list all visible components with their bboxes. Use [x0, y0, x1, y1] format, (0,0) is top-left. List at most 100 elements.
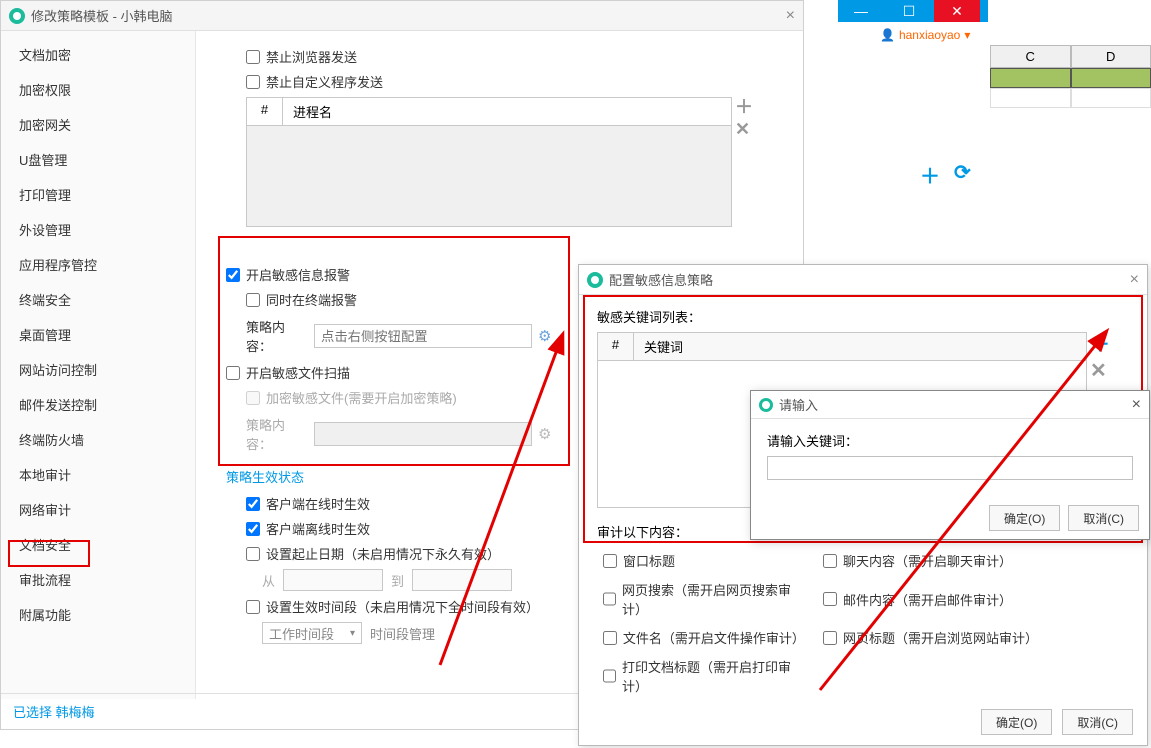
sidebar-item-doc-security[interactable]: 文档安全	[1, 527, 195, 562]
lbl-chat: 聊天内容（需开启聊天审计）	[843, 551, 1012, 570]
sidebar-item-mail[interactable]: 邮件发送控制	[1, 387, 195, 422]
gear-icon-disabled: ⚙	[538, 425, 551, 443]
add-row-icon[interactable]: ＋	[735, 98, 753, 116]
col-keyword[interactable]: 关键词	[634, 333, 964, 360]
prompt-title: 请输入	[779, 395, 1132, 414]
sidebar-item-local-audit[interactable]: 本地审计	[1, 457, 195, 492]
cb-window-title[interactable]	[603, 554, 617, 568]
selection-status: 已选择 韩梅梅	[13, 702, 95, 721]
sidebar-item-doc-encrypt[interactable]: 文档加密	[1, 37, 195, 72]
policy-content-input[interactable]	[314, 324, 532, 348]
sidebar-item-network-audit[interactable]: 网络审计	[1, 492, 195, 527]
lbl-terminal-alert: 同时在终端报警	[266, 290, 357, 309]
sidebar-item-encrypt-gateway[interactable]: 加密网关	[1, 107, 195, 142]
cb-browser-send[interactable]	[246, 50, 260, 64]
cell[interactable]	[1071, 88, 1151, 108]
lbl-online: 客户端在线时生效	[266, 494, 370, 513]
user-badge[interactable]: 👤 hanxiaoyao ▾	[880, 26, 990, 44]
cb-enable-scan[interactable]	[226, 366, 240, 380]
delete-row-icon[interactable]: ✕	[735, 120, 753, 138]
lbl-custom-send: 禁止自定义程序发送	[266, 72, 383, 91]
user-icon: 👤	[880, 28, 895, 42]
cb-offline[interactable]	[246, 522, 260, 536]
lbl-from: 从	[262, 571, 275, 590]
cell[interactable]	[990, 68, 1071, 88]
audit-checklist: 窗口标题 聊天内容（需开启聊天审计） 网页搜索（需开启网页搜索审计） 邮件内容（…	[597, 551, 1129, 695]
sidebar-item-peripheral[interactable]: 外设管理	[1, 212, 195, 247]
lbl-date-range: 设置起止日期（未启用情况下永久有效）	[266, 544, 500, 563]
spreadsheet-bg: CD	[990, 45, 1151, 108]
bg-max-button[interactable]: ☐	[886, 0, 932, 22]
sidebar-item-encrypt-auth[interactable]: 加密权限	[1, 72, 195, 107]
titlebar: 修改策略模板 - 小韩电脑 ×	[1, 1, 803, 31]
lbl-web-search: 网页搜索（需开启网页搜索审计）	[622, 580, 803, 618]
sidebar-item-desktop[interactable]: 桌面管理	[1, 317, 195, 352]
app-logo-icon	[759, 398, 773, 412]
sidebar-item-approval[interactable]: 审批流程	[1, 562, 195, 597]
sidebar-item-usb[interactable]: U盘管理	[1, 142, 195, 177]
sidebar-item-firewall[interactable]: 终端防火墙	[1, 422, 195, 457]
col-blank[interactable]	[964, 333, 1086, 360]
bg-toolbar: ＋ ⟳	[920, 160, 971, 189]
cb-web-title[interactable]	[823, 631, 837, 645]
col-hash[interactable]: #	[598, 333, 634, 360]
time-manage-link[interactable]: 时间段管理	[370, 624, 435, 643]
date-to-input	[412, 569, 512, 591]
sidebar-item-app-control[interactable]: 应用程序管控	[1, 247, 195, 282]
prompt-keyword-input[interactable]	[767, 456, 1133, 480]
col-header[interactable]: D	[1071, 45, 1151, 68]
keyword-list-label: 敏感关键词列表：	[597, 307, 1129, 326]
config-ok-button[interactable]: 确定(O)	[981, 709, 1052, 735]
cb-filename[interactable]	[603, 631, 617, 645]
delete-keyword-icon[interactable]: ✕	[1090, 361, 1110, 381]
user-name: hanxiaoyao	[899, 28, 960, 42]
close-icon[interactable]: ×	[786, 7, 795, 25]
cb-terminal-alert[interactable]	[246, 293, 260, 307]
lbl-to: 到	[391, 571, 404, 590]
lbl-web-title: 网页标题（需开启浏览网站审计）	[843, 628, 1038, 647]
sidebar-item-endpoint[interactable]: 终端安全	[1, 282, 195, 317]
app-logo-icon	[9, 8, 25, 24]
cb-web-search[interactable]	[603, 592, 616, 606]
cell[interactable]	[990, 88, 1071, 108]
close-icon[interactable]: ×	[1132, 396, 1141, 414]
cb-chat[interactable]	[823, 554, 837, 568]
gear-icon[interactable]: ⚙	[538, 327, 551, 345]
sidebar-item-extra[interactable]: 附属功能	[1, 597, 195, 632]
add-icon[interactable]: ＋	[920, 160, 940, 189]
col-process-name[interactable]: 进程名	[283, 98, 731, 125]
lbl-time-period: 设置生效时间段（未启用情况下全时间段有效）	[266, 597, 539, 616]
lbl-encrypt-files: 加密敏感文件(需要开启加密策略)	[266, 388, 457, 407]
lbl-enable-alert: 开启敏感信息报警	[246, 265, 350, 284]
lbl-window-title: 窗口标题	[623, 551, 675, 570]
add-keyword-icon[interactable]: ＋	[1090, 335, 1110, 355]
col-header[interactable]: C	[990, 45, 1071, 68]
bg-close-button[interactable]: ✕	[934, 0, 980, 22]
cb-online[interactable]	[246, 497, 260, 511]
input-prompt-dialog: 请输入 × 请输入关键词： 确定(O) 取消(C)	[750, 390, 1150, 540]
cb-custom-send[interactable]	[246, 75, 260, 89]
chevron-down-icon: ▾	[964, 28, 970, 42]
cb-print-title[interactable]	[603, 669, 616, 683]
cb-mail[interactable]	[823, 592, 837, 606]
cell[interactable]	[1071, 68, 1151, 88]
sidebar-item-print[interactable]: 打印管理	[1, 177, 195, 212]
window-title: 修改策略模板 - 小韩电脑	[31, 6, 786, 25]
lbl-offline: 客户端离线时生效	[266, 519, 370, 538]
bg-min-button[interactable]: —	[838, 0, 884, 22]
cb-enable-alert[interactable]	[226, 268, 240, 282]
sidebar-item-website[interactable]: 网站访问控制	[1, 352, 195, 387]
config-cancel-button[interactable]: 取消(C)	[1062, 709, 1133, 735]
lbl-mail: 邮件内容（需开启邮件审计）	[843, 590, 1012, 609]
cb-date-range[interactable]	[246, 547, 260, 561]
col-hash[interactable]: #	[247, 98, 283, 125]
sidebar: 文档加密 加密权限 加密网关 U盘管理 打印管理 外设管理 应用程序管控 终端安…	[1, 31, 196, 699]
close-icon[interactable]: ×	[1130, 271, 1139, 289]
lbl-browser-send: 禁止浏览器发送	[266, 47, 357, 66]
prompt-cancel-button[interactable]: 取消(C)	[1068, 505, 1139, 531]
refresh-icon[interactable]: ⟳	[954, 160, 971, 189]
work-period-select[interactable]: 工作时间段▾	[262, 622, 362, 644]
lbl-filename: 文件名（需开启文件操作审计）	[623, 628, 803, 647]
prompt-ok-button[interactable]: 确定(O)	[989, 505, 1060, 531]
cb-time-period[interactable]	[246, 600, 260, 614]
